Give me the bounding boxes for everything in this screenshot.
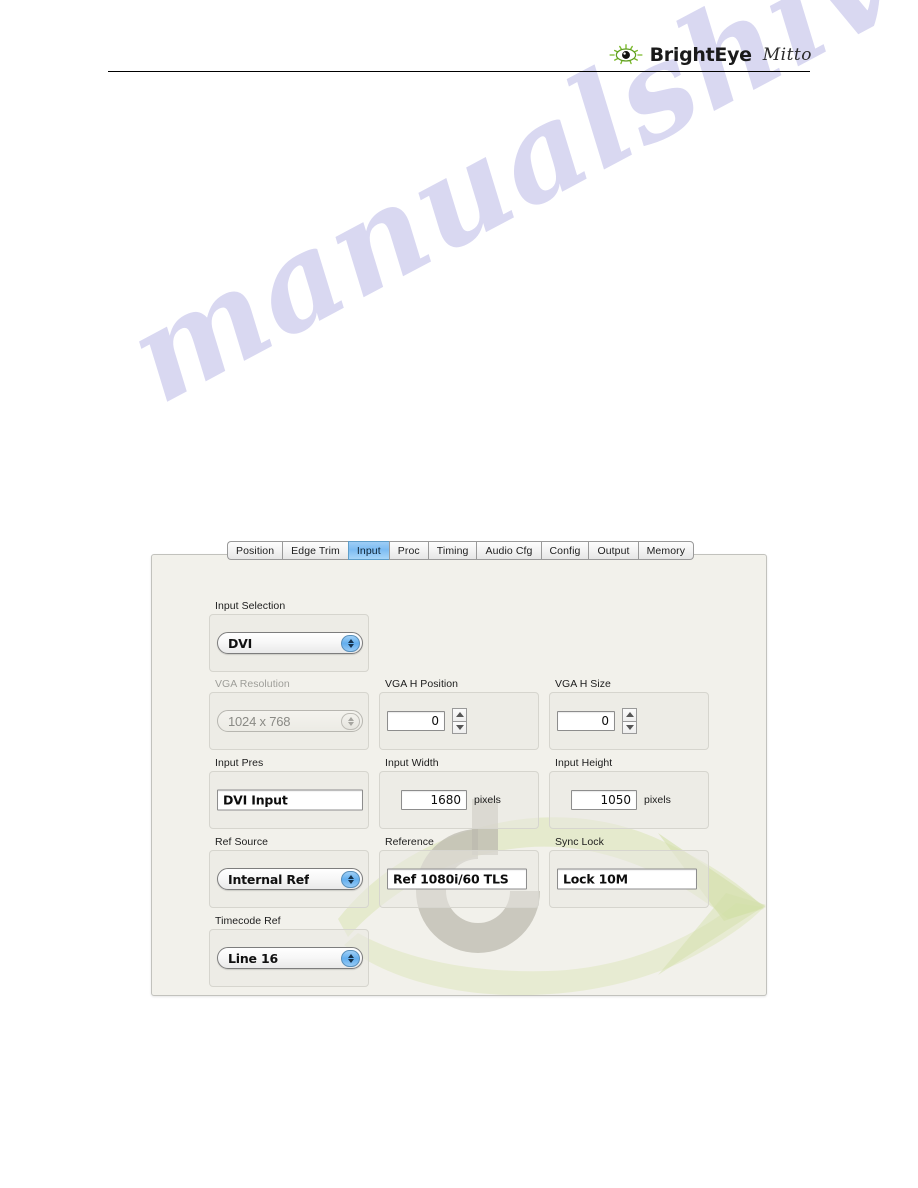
vga-h-size-input[interactable]: 0 xyxy=(557,711,615,731)
vga-resolution-value: 1024 x 768 xyxy=(228,713,291,729)
tab-config[interactable]: Config xyxy=(540,541,589,560)
input-height-value: 1050 xyxy=(600,793,631,807)
ref-source-value: Internal Ref xyxy=(228,871,310,887)
vga-h-size-spin-down-icon[interactable] xyxy=(622,720,637,734)
reference-field: Ref 1080i/60 TLS xyxy=(387,868,527,890)
brighteye-eye-icon xyxy=(609,44,643,65)
vga-resolution-stepper-icon xyxy=(341,713,360,730)
label-vga-resolution: VGA Resolution xyxy=(215,678,290,690)
input-height-unit: pixels xyxy=(644,794,671,806)
input-pres-value: DVI Input xyxy=(223,792,288,808)
control-row-reference: Ref 1080i/60 TLS xyxy=(387,868,527,890)
group-timecode-ref: Timecode Ref Line 16 xyxy=(209,915,369,987)
tab-bar[interactable]: Position Edge Trim Input Proc Timing Aud… xyxy=(227,541,695,560)
group-vga-h-size: VGA H Size 0 xyxy=(549,678,709,750)
vga-h-size-spinner[interactable] xyxy=(622,708,637,734)
label-vga-h-size: VGA H Size xyxy=(555,678,611,690)
group-ref-source: Ref Source Internal Ref xyxy=(209,836,369,908)
group-reference: Reference Ref 1080i/60 TLS xyxy=(379,836,539,908)
input-pres-field: DVI Input xyxy=(217,789,363,811)
label-timecode-ref: Timecode Ref xyxy=(215,915,281,927)
group-input-selection: Input Selection DVI xyxy=(209,600,369,672)
sync-lock-field: Lock 10M xyxy=(557,868,697,890)
vga-h-size-spin-up-icon[interactable] xyxy=(622,708,637,721)
group-vga-resolution: VGA Resolution 1024 x 768 xyxy=(209,678,369,750)
label-reference: Reference xyxy=(385,836,434,848)
group-vga-h-position: VGA H Position 0 xyxy=(379,678,539,750)
control-row-ref-source: Internal Ref xyxy=(217,868,363,890)
vga-h-position-value: 0 xyxy=(431,714,439,728)
label-sync-lock: Sync Lock xyxy=(555,836,604,848)
label-input-pres: Input Pres xyxy=(215,757,264,769)
tab-input[interactable]: Input xyxy=(347,541,389,560)
control-row-vga-resolution: 1024 x 768 xyxy=(217,710,363,732)
header-divider xyxy=(108,71,810,72)
tab-audio-cfg[interactable]: Audio Cfg xyxy=(476,541,541,560)
tab-timing[interactable]: Timing xyxy=(427,541,477,560)
group-sync-lock: Sync Lock Lock 10M xyxy=(549,836,709,908)
page-root: manualshive.com BrightEye Mitto Position… xyxy=(0,0,918,1188)
page-header: BrightEye Mitto xyxy=(0,0,918,82)
label-ref-source: Ref Source xyxy=(215,836,269,848)
tab-proc[interactable]: Proc xyxy=(388,541,428,560)
group-input-pres: Input Pres DVI Input xyxy=(209,757,369,829)
vga-h-position-spin-up-icon[interactable] xyxy=(452,708,467,721)
input-width-value: 1680 xyxy=(430,793,461,807)
brand-name: BrightEye xyxy=(649,44,752,66)
control-row-input-selection: DVI xyxy=(217,632,363,654)
control-row-input-width: 1680 pixels xyxy=(401,790,501,810)
vga-h-position-spin-down-icon[interactable] xyxy=(452,720,467,734)
input-selection-value: DVI xyxy=(228,635,253,651)
sync-lock-value: Lock 10M xyxy=(563,871,628,887)
group-input-width: Input Width 1680 pixels xyxy=(379,757,539,829)
input-width-unit: pixels xyxy=(474,794,501,806)
input-tab-panel: Input Selection DVI VGA Resolution 1024 … xyxy=(151,554,767,996)
ref-source-stepper-icon[interactable] xyxy=(341,871,360,888)
tab-edge-trim[interactable]: Edge Trim xyxy=(282,541,348,560)
app-window: Position Edge Trim Input Proc Timing Aud… xyxy=(151,541,767,996)
input-height-input[interactable]: 1050 xyxy=(571,790,637,810)
group-input-height: Input Height 1050 pixels xyxy=(549,757,709,829)
label-input-selection: Input Selection xyxy=(215,600,286,612)
vga-resolution-select: 1024 x 768 xyxy=(217,710,363,732)
label-vga-h-position: VGA H Position xyxy=(385,678,459,690)
reference-value: Ref 1080i/60 TLS xyxy=(393,871,509,887)
timecode-ref-stepper-icon[interactable] xyxy=(341,950,360,967)
label-input-width: Input Width xyxy=(385,757,439,769)
control-row-vga-h-size: 0 xyxy=(557,708,637,734)
input-selection-stepper-icon[interactable] xyxy=(341,635,360,652)
ref-source-select[interactable]: Internal Ref xyxy=(217,868,363,890)
input-selection-select[interactable]: DVI xyxy=(217,632,363,654)
control-row-input-pres: DVI Input xyxy=(217,789,363,811)
control-row-timecode-ref: Line 16 xyxy=(217,947,363,969)
vga-h-position-input[interactable]: 0 xyxy=(387,711,445,731)
timecode-ref-select[interactable]: Line 16 xyxy=(217,947,363,969)
brand-model: Mitto xyxy=(762,45,812,65)
vga-h-position-spinner[interactable] xyxy=(452,708,467,734)
tab-position[interactable]: Position xyxy=(227,541,283,560)
tab-memory[interactable]: Memory xyxy=(637,541,695,560)
brand-logo: BrightEye Mitto xyxy=(609,44,812,66)
control-row-vga-h-position: 0 xyxy=(387,708,467,734)
timecode-ref-value: Line 16 xyxy=(228,950,278,966)
control-row-input-height: 1050 pixels xyxy=(571,790,671,810)
label-input-height: Input Height xyxy=(555,757,613,769)
tab-output[interactable]: Output xyxy=(588,541,638,560)
vga-h-size-value: 0 xyxy=(601,714,609,728)
input-width-input[interactable]: 1680 xyxy=(401,790,467,810)
control-row-sync-lock: Lock 10M xyxy=(557,868,697,890)
